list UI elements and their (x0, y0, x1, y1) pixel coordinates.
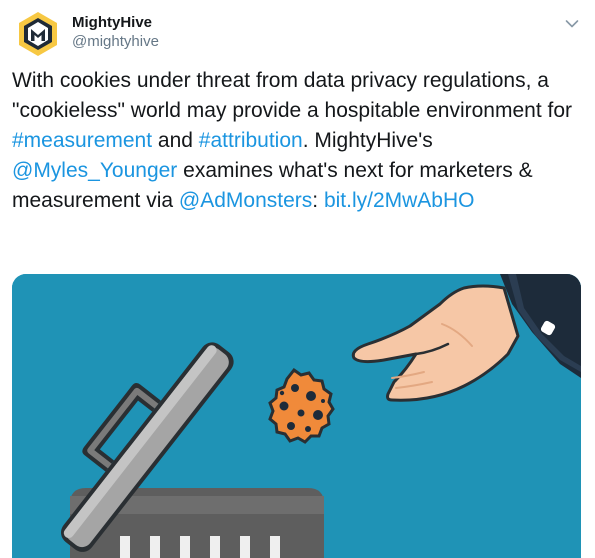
author-handle[interactable]: @mightyhive (72, 32, 159, 52)
avatar[interactable] (12, 8, 64, 60)
tweet-text: With cookies under threat from data priv… (12, 66, 582, 216)
author-display-name[interactable]: MightyHive (72, 14, 159, 32)
url-link[interactable]: bit.ly/2MwAbHO (324, 189, 475, 212)
mention-link[interactable]: @AdMonsters (179, 189, 312, 212)
author-info[interactable]: MightyHive @mightyhive (72, 14, 159, 52)
tweet-text-segment: . MightyHive's (302, 129, 433, 152)
mightyhive-logo-icon (14, 10, 62, 58)
hashtag-link[interactable]: #measurement (12, 129, 152, 152)
tweet-text-segment: and (152, 129, 199, 152)
tweet-card: MightyHive @mightyhive With cookies unde… (0, 0, 595, 558)
hashtag-link[interactable]: #attribution (199, 129, 303, 152)
chevron-down-icon[interactable] (565, 16, 579, 28)
tweet-media-image[interactable] (12, 274, 581, 558)
tweet-text-segment: : (312, 189, 324, 212)
tweet-text-segment: With cookies under threat from data priv… (12, 69, 573, 122)
mention-link[interactable]: @Myles_Younger (12, 159, 177, 182)
